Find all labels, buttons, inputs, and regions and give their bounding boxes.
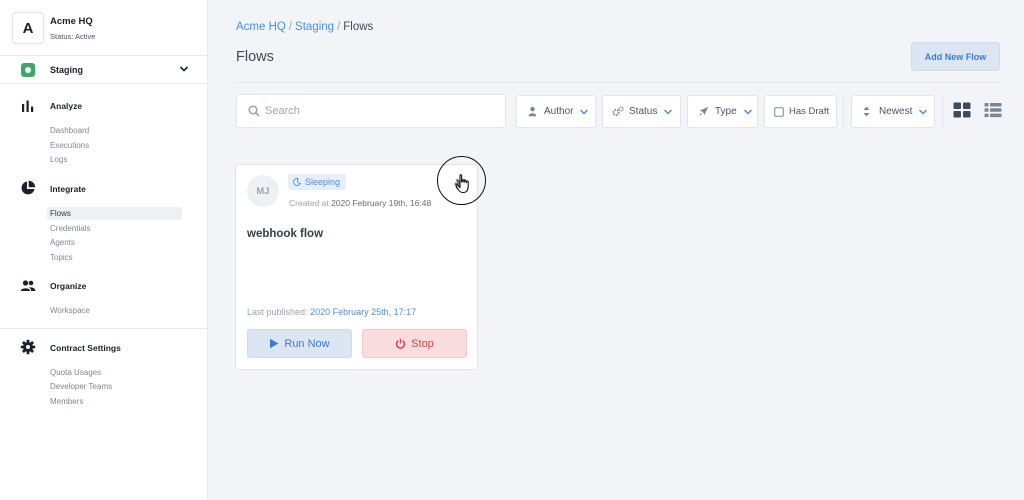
last-published-value: 2020 February 25th, 17:17	[310, 307, 417, 317]
people-icon	[20, 280, 36, 291]
rocket-icon	[699, 106, 709, 116]
search-input[interactable]	[265, 103, 495, 119]
chevron-down-icon[interactable]	[179, 64, 189, 74]
breadcrumb-link-org[interactable]: Acme HQ	[236, 21, 286, 33]
chevron-down-icon	[743, 108, 752, 115]
chevron-down-icon	[664, 108, 673, 115]
last-published-label: Last published:	[247, 307, 308, 317]
breadcrumb: Acme HQ / Staging / Flows	[236, 21, 373, 33]
bar-chart-icon	[22, 100, 34, 112]
moon-icon	[293, 178, 301, 186]
filter-status-label: Status	[629, 106, 658, 117]
created-at-label: Created at	[289, 198, 329, 208]
breadcrumb-separator: /	[288, 21, 293, 33]
filter-author-dropdown[interactable]: Author	[516, 95, 596, 128]
search-box	[236, 94, 506, 128]
sort-dropdown[interactable]: Newest	[851, 95, 935, 128]
filter-has-draft-label: Has Draft	[789, 106, 830, 117]
environment-label: Staging	[50, 65, 83, 75]
filter-status-dropdown[interactable]: Status	[602, 95, 681, 128]
sidebar-item-topics[interactable]: Topics	[50, 253, 73, 262]
org-avatar: A	[12, 12, 44, 44]
last-published: Last published: 2020 February 25th, 17:1…	[247, 307, 416, 317]
sidebar-divider	[0, 328, 208, 329]
has-draft-checkbox[interactable]	[774, 106, 784, 117]
sort-icon	[863, 106, 870, 117]
sidebar-item-workspace[interactable]: Workspace	[50, 306, 90, 315]
stop-button[interactable]: Stop	[362, 329, 467, 358]
stop-label: Stop	[411, 337, 434, 350]
filter-author-label: Author	[544, 106, 574, 117]
run-now-button[interactable]: Run Now	[247, 329, 352, 358]
section-title-integrate: Integrate	[50, 184, 86, 194]
sidebar-item-credentials[interactable]: Credentials	[50, 224, 90, 233]
breadcrumb-current: Flows	[343, 21, 374, 33]
search-icon	[248, 105, 260, 117]
sort-label: Newest	[879, 106, 913, 117]
sidebar-item-executions[interactable]: Executions	[50, 141, 89, 150]
org-status: Status: Active	[50, 32, 96, 41]
environment-icon	[21, 63, 35, 77]
created-at-value: 2020 February 19th, 16:48	[331, 198, 432, 208]
add-new-flow-button[interactable]: Add New Flow	[911, 42, 1000, 71]
filter-type-dropdown[interactable]: Type	[687, 95, 758, 128]
section-title-organize: Organize	[50, 281, 87, 291]
author-avatar: MJ	[247, 175, 279, 207]
flow-name[interactable]: webhook flow	[247, 228, 323, 240]
section-title-contract-settings: Contract Settings	[50, 343, 121, 353]
toolbar-divider	[843, 97, 844, 127]
sidebar-item-developer-teams[interactable]: Developer Teams	[50, 382, 112, 391]
org-name: Acme HQ	[50, 16, 93, 27]
pie-chart-icon	[21, 180, 36, 195]
user-icon	[528, 106, 537, 117]
sidebar-item-dashboard[interactable]: Dashboard	[50, 126, 89, 135]
list-view-icon[interactable]	[984, 102, 1002, 118]
header-divider	[236, 82, 1000, 83]
toolbar-divider	[942, 97, 943, 127]
page-title: Flows	[236, 49, 274, 65]
power-icon	[396, 338, 406, 349]
status-badge-label: Sleeping	[305, 177, 341, 187]
sidebar-item-agents[interactable]: Agents	[50, 238, 75, 247]
sidebar-item-flows[interactable]: Flows	[47, 207, 182, 220]
gear-icon	[20, 339, 36, 355]
sidebar-item-logs[interactable]: Logs	[50, 155, 67, 164]
filter-has-draft[interactable]: Has Draft	[764, 95, 837, 128]
cogs-icon	[612, 106, 624, 116]
breadcrumb-link-environment[interactable]: Staging	[295, 21, 334, 33]
org-switcher[interactable]: A Acme HQ Status: Active	[0, 0, 208, 56]
status-badge: Sleeping	[288, 174, 347, 190]
sidebar: A Acme HQ Status: Active Staging Analyze…	[0, 0, 208, 500]
chevron-down-icon	[580, 108, 589, 115]
grid-view-icon[interactable]	[953, 102, 971, 118]
sidebar-item-members[interactable]: Members	[50, 397, 83, 406]
hand-pointer-icon	[455, 174, 469, 194]
chevron-down-icon	[919, 108, 928, 115]
run-now-label: Run Now	[284, 337, 330, 350]
section-title-analyze: Analyze	[50, 101, 83, 111]
breadcrumb-separator: /	[337, 21, 341, 33]
created-at: Created at 2020 February 19th, 16:48	[289, 198, 431, 208]
filter-type-label: Type	[715, 106, 737, 117]
environment-selector[interactable]: Staging	[0, 56, 208, 84]
sidebar-item-quota-usages[interactable]: Quota Usages	[50, 368, 101, 377]
play-icon	[270, 338, 279, 349]
